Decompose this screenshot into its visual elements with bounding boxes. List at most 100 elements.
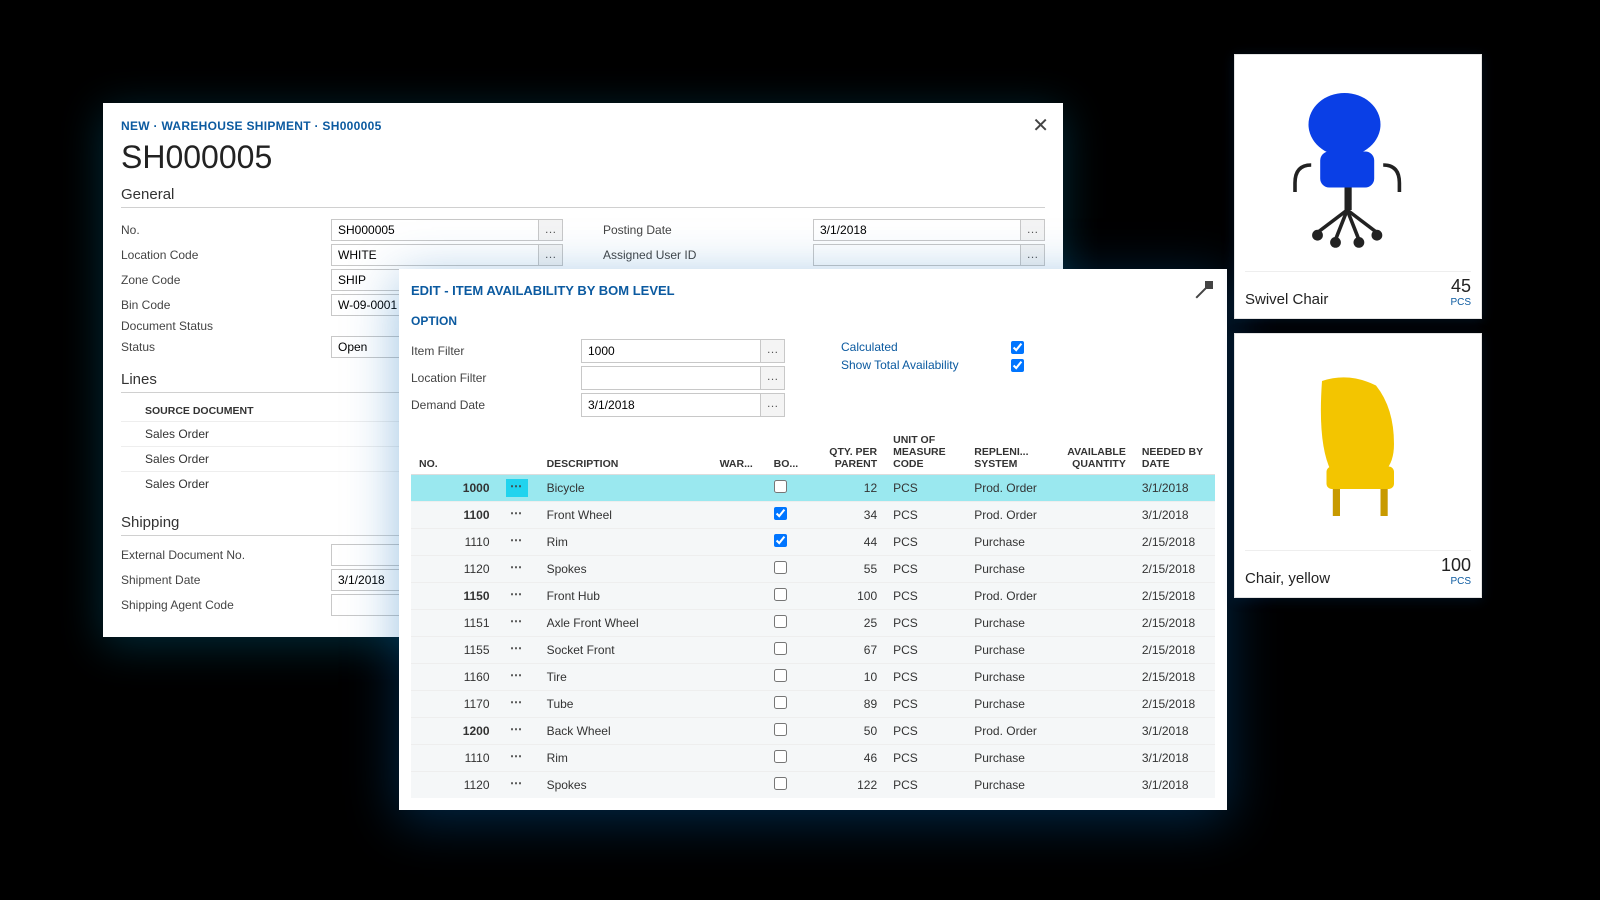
checkbox-bo[interactable] bbox=[774, 642, 787, 655]
cell-replen: Purchase bbox=[966, 556, 1053, 583]
row-actions-button[interactable]: ⋯ bbox=[506, 722, 528, 740]
checkbox-bo[interactable] bbox=[774, 777, 787, 790]
row-actions-button[interactable]: ⋯ bbox=[506, 506, 528, 524]
checkbox-bo[interactable] bbox=[774, 615, 787, 628]
product-name: Swivel Chair bbox=[1245, 291, 1328, 308]
row-actions-button[interactable]: ⋯ bbox=[506, 749, 528, 767]
cell-replen: Purchase bbox=[966, 610, 1053, 637]
cell-replen: Prod. Order bbox=[966, 583, 1053, 610]
row-actions-button[interactable]: ⋯ bbox=[506, 695, 528, 713]
cell-needed: 2/15/2018 bbox=[1134, 691, 1215, 718]
cell-uom: PCS bbox=[885, 583, 966, 610]
row-actions-button[interactable]: ⋯ bbox=[506, 560, 528, 578]
cell-bo bbox=[766, 664, 810, 691]
cell-needed: 2/15/2018 bbox=[1134, 610, 1215, 637]
label-postingdate: Posting Date bbox=[603, 223, 813, 237]
table-row[interactable]: 1120⋯Spokes122PCSPurchase3/1/2018 bbox=[411, 772, 1215, 799]
cell-needed: 2/15/2018 bbox=[1134, 583, 1215, 610]
table-header-row: NO. DESCRIPTION WAR... BO... QTY. PER PA… bbox=[411, 430, 1215, 475]
table-row[interactable]: 1200⋯Back Wheel50PCSProd. Order3/1/2018 bbox=[411, 718, 1215, 745]
cell-desc: Front Hub bbox=[539, 583, 712, 610]
label-status: Status bbox=[121, 340, 331, 354]
checkbox-bo[interactable] bbox=[774, 534, 787, 547]
lookup-button[interactable]: … bbox=[539, 219, 563, 241]
product-unit: PCS bbox=[1450, 297, 1471, 308]
label-docstatus: Document Status bbox=[121, 319, 331, 333]
checkbox-bo[interactable] bbox=[774, 507, 787, 520]
input-no[interactable] bbox=[331, 219, 539, 241]
cell-needed: 2/15/2018 bbox=[1134, 637, 1215, 664]
checkbox-bo[interactable] bbox=[774, 588, 787, 601]
bom-filters: Item Filter … Location Filter … Demand D… bbox=[411, 336, 1215, 420]
cell-replen: Purchase bbox=[966, 745, 1053, 772]
checkbox-calculated[interactable] bbox=[1011, 341, 1024, 354]
table-row[interactable]: 1000⋯Bicycle12PCSProd. Order3/1/2018 bbox=[411, 475, 1215, 502]
table-row[interactable]: 1170⋯Tube89PCSPurchase2/15/2018 bbox=[411, 691, 1215, 718]
table-row[interactable]: 1151⋯Axle Front Wheel25PCSPurchase2/15/2… bbox=[411, 610, 1215, 637]
bom-availability-window: EDIT - ITEM AVAILABILITY BY BOM LEVEL OP… bbox=[399, 269, 1227, 810]
lookup-button[interactable]: … bbox=[761, 339, 785, 363]
input-user[interactable] bbox=[813, 244, 1021, 266]
row-actions-button[interactable]: ⋯ bbox=[506, 776, 528, 794]
cell-needed: 2/15/2018 bbox=[1134, 556, 1215, 583]
cell-uom: PCS bbox=[885, 610, 966, 637]
label-zone: Zone Code bbox=[121, 273, 331, 287]
cell-bo bbox=[766, 637, 810, 664]
table-row[interactable]: 1150⋯Front Hub100PCSProd. Order2/15/2018 bbox=[411, 583, 1215, 610]
cell-uom: PCS bbox=[885, 502, 966, 529]
table-row[interactable]: 1110⋯Rim46PCSPurchase3/1/2018 bbox=[411, 745, 1215, 772]
col-desc: DESCRIPTION bbox=[539, 430, 712, 475]
row-actions-button[interactable]: ⋯ bbox=[506, 668, 528, 686]
label-locfilter: Location Filter bbox=[411, 371, 581, 385]
input-demanddate[interactable] bbox=[581, 393, 761, 417]
row-actions-button[interactable]: ⋯ bbox=[506, 479, 528, 497]
cell-uom: PCS bbox=[885, 718, 966, 745]
cell-war bbox=[712, 664, 766, 691]
table-row[interactable]: 1110⋯Rim44PCSPurchase2/15/2018 bbox=[411, 529, 1215, 556]
cell-avail bbox=[1053, 772, 1134, 799]
input-postingdate[interactable] bbox=[813, 219, 1021, 241]
cell-war bbox=[712, 529, 766, 556]
product-unit: PCS bbox=[1441, 576, 1471, 587]
cell-uom: PCS bbox=[885, 664, 966, 691]
cell-war bbox=[712, 583, 766, 610]
input-itemfilter[interactable] bbox=[581, 339, 761, 363]
checkbox-bo[interactable] bbox=[774, 669, 787, 682]
table-row[interactable]: 1155⋯Socket Front67PCSPurchase2/15/2018 bbox=[411, 637, 1215, 664]
expand-icon[interactable] bbox=[1195, 281, 1213, 299]
input-locfilter[interactable] bbox=[581, 366, 761, 390]
cell-uom: PCS bbox=[885, 691, 966, 718]
row-actions-button[interactable]: ⋯ bbox=[506, 641, 528, 659]
close-icon[interactable]: ✕ bbox=[1032, 113, 1049, 138]
date-picker-button[interactable]: … bbox=[761, 393, 785, 417]
checkbox-showtotal[interactable] bbox=[1011, 359, 1024, 372]
label-no: No. bbox=[121, 223, 331, 237]
product-card[interactable]: Chair, yellow 100 PCS bbox=[1234, 333, 1482, 598]
row-actions-button[interactable]: ⋯ bbox=[506, 533, 528, 551]
checkbox-bo[interactable] bbox=[774, 561, 787, 574]
table-row[interactable]: 1120⋯Spokes55PCSPurchase2/15/2018 bbox=[411, 556, 1215, 583]
cell-avail bbox=[1053, 475, 1134, 502]
row-actions-button[interactable]: ⋯ bbox=[506, 587, 528, 605]
product-image bbox=[1245, 344, 1471, 544]
table-row[interactable]: 1100⋯Front Wheel34PCSProd. Order3/1/2018 bbox=[411, 502, 1215, 529]
cell-qty: 55 bbox=[809, 556, 885, 583]
label-shipdate: Shipment Date bbox=[121, 573, 331, 587]
lookup-button[interactable]: … bbox=[1021, 244, 1045, 266]
date-picker-button[interactable]: … bbox=[1021, 219, 1045, 241]
page-title: SH000005 bbox=[121, 139, 1045, 176]
checkbox-bo[interactable] bbox=[774, 480, 787, 493]
row-actions-button[interactable]: ⋯ bbox=[506, 614, 528, 632]
cell-desc: Tube bbox=[539, 691, 712, 718]
checkbox-bo[interactable] bbox=[774, 750, 787, 763]
cell-qty: 122 bbox=[809, 772, 885, 799]
lookup-button[interactable]: … bbox=[761, 366, 785, 390]
cell-needed: 3/1/2018 bbox=[1134, 718, 1215, 745]
checkbox-bo[interactable] bbox=[774, 696, 787, 709]
input-location[interactable] bbox=[331, 244, 539, 266]
lookup-button[interactable]: … bbox=[539, 244, 563, 266]
cell-qty: 44 bbox=[809, 529, 885, 556]
product-card[interactable]: Swivel Chair 45 PCS bbox=[1234, 54, 1482, 319]
table-row[interactable]: 1160⋯Tire10PCSPurchase2/15/2018 bbox=[411, 664, 1215, 691]
checkbox-bo[interactable] bbox=[774, 723, 787, 736]
